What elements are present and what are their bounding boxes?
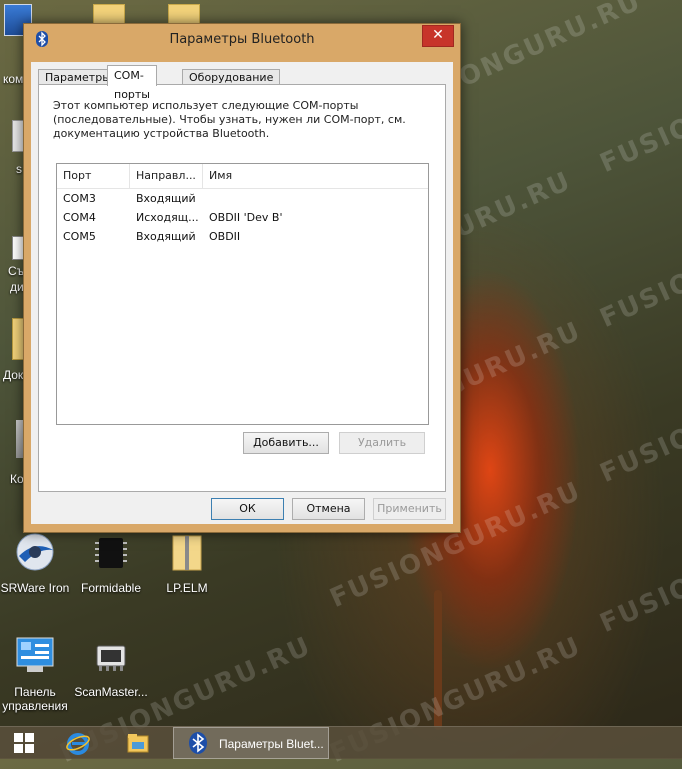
cell-port: COM4 — [63, 211, 96, 224]
desktop-icon-label: Панель управления — [2, 685, 68, 713]
remove-button[interactable]: Удалить — [339, 432, 425, 454]
close-button[interactable]: ✕ — [422, 25, 454, 47]
desktop-icon-label: ди — [10, 280, 24, 294]
bluetooth-settings-window: Параметры Bluetooth ✕ Параметры COM-порт… — [23, 23, 461, 533]
taskbar-internet-explorer[interactable] — [56, 727, 100, 759]
column-header-direction[interactable]: Направл... — [130, 164, 203, 188]
apply-button[interactable]: Применить — [373, 498, 446, 520]
table-row[interactable]: COM3 Входящий — [57, 189, 428, 208]
desktop-icon-scanmaster[interactable]: ScanMaster... — [66, 634, 156, 699]
windows-logo-icon — [14, 733, 34, 753]
add-button[interactable]: Добавить... — [243, 432, 329, 454]
description-text: Этот компьютер использует следующие COM-… — [53, 99, 406, 140]
ok-button[interactable]: ОК — [211, 498, 284, 520]
column-header-port[interactable]: Порт — [57, 164, 130, 188]
table-row[interactable]: COM4 Исходящ... OBDII 'Dev B' — [57, 208, 428, 227]
table-row[interactable]: COM5 Входящий OBDII — [57, 227, 428, 246]
internet-explorer-icon — [66, 733, 90, 755]
zip-folder-icon — [172, 535, 202, 571]
folder-icon — [127, 734, 149, 753]
taskbar: Параметры Bluet... — [0, 726, 682, 759]
desktop-icon-label: ком — [3, 72, 24, 86]
dialog-client-area: Параметры COM-порты Оборудование Этот ко… — [31, 62, 453, 524]
com-ports-list[interactable]: Порт Направл... Имя COM3 Входящий COM4 И… — [56, 163, 429, 425]
watermark: FUSIONGURU.RU — [595, 351, 682, 489]
desktop-icon-label: Док — [3, 368, 24, 382]
bluetooth-icon — [189, 732, 207, 754]
tulip-stem — [434, 590, 442, 730]
cell-direction: Исходящ... — [136, 211, 199, 224]
desktop-icon-label: Съ — [8, 264, 25, 278]
taskbar-bluetooth-settings[interactable]: Параметры Bluet... — [173, 727, 329, 759]
tab-com-ports[interactable]: COM-порты — [107, 65, 157, 101]
cell-name: OBDII — [209, 230, 241, 243]
cell-port: COM3 — [63, 192, 96, 205]
control-panel-icon — [16, 637, 54, 672]
cell-name: OBDII 'Dev B' — [209, 211, 283, 224]
taskbar-item-label: Параметры Bluet... — [219, 737, 324, 751]
desktop-icon-label: s — [16, 162, 22, 176]
title-bar[interactable]: Параметры Bluetooth ✕ — [24, 24, 460, 54]
watermark: FUSIONGURU.RU — [595, 196, 682, 334]
watermark: FUSIONGURU.RU — [595, 501, 682, 639]
desktop-icon-label: ScanMaster... — [74, 685, 148, 699]
cancel-button[interactable]: Отмена — [292, 498, 365, 520]
tab-hardware[interactable]: Оборудование — [182, 69, 281, 85]
tab-settings[interactable]: Параметры — [38, 69, 118, 85]
cell-port: COM5 — [63, 230, 96, 243]
taskbar-file-explorer[interactable] — [118, 727, 162, 759]
cell-direction: Входящий — [136, 192, 196, 205]
srware-iron-icon — [16, 533, 54, 571]
chip-icon — [95, 538, 127, 568]
window-title: Параметры Bluetooth — [169, 32, 315, 47]
column-header-name[interactable]: Имя — [203, 164, 428, 188]
chip-icon — [96, 645, 126, 671]
watermark: FUSIONGURU.RU — [595, 41, 682, 179]
cell-direction: Входящий — [136, 230, 196, 243]
desktop-icon-label: LP.ELM — [166, 581, 208, 595]
start-button[interactable] — [4, 727, 44, 759]
desktop-icon-label: Ко — [10, 472, 24, 486]
desktop-icon-lp-elm[interactable]: LP.ELM — [142, 530, 232, 595]
cell-name — [203, 189, 428, 208]
list-header: Порт Направл... Имя — [57, 164, 428, 189]
com-ports-panel: Этот компьютер использует следующие COM-… — [38, 84, 446, 492]
